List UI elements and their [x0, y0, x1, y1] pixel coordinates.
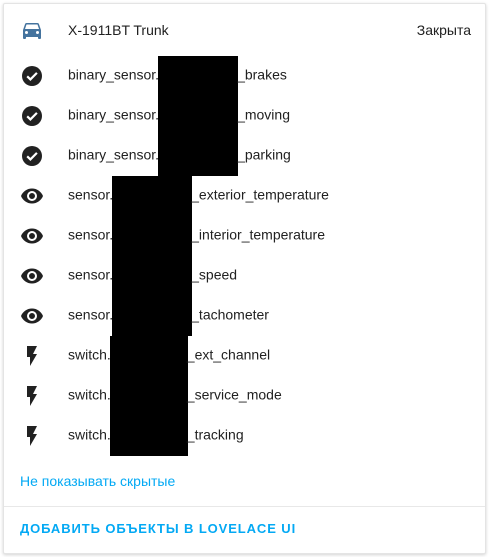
add-to-lovelace-button[interactable]: Добавить объекты в Lovelace UI: [20, 521, 296, 536]
eye-icon: [20, 304, 44, 328]
entity-domain: sensor.: [68, 306, 114, 323]
entity-suffix: _speed: [191, 266, 238, 283]
entity-name: binary_sensor. _moving: [68, 96, 290, 136]
entity-domain: binary_sensor.: [68, 66, 160, 83]
redaction-block: [158, 96, 239, 136]
hide-hidden-link[interactable]: Не показывать скрытые: [20, 473, 175, 489]
entity-suffix: _tachometer: [191, 306, 269, 323]
redaction-block: [112, 176, 193, 216]
eye-icon: [20, 224, 44, 248]
entity-name: switch. _tracking: [68, 416, 244, 456]
redaction-block: [112, 256, 193, 296]
redaction-block: [112, 216, 193, 256]
entity-suffix: _ext_channel: [186, 346, 271, 363]
check-circle-icon: [20, 144, 44, 168]
entity-name: sensor. _interior_temperature: [68, 216, 325, 256]
entity-domain: switch.: [68, 426, 111, 443]
flash-icon: [20, 424, 44, 448]
redaction-block: [158, 136, 239, 176]
entity-domain: binary_sensor.: [68, 106, 160, 123]
entity-domain: sensor.: [68, 226, 114, 243]
entity-suffix: _tracking: [186, 426, 244, 443]
redaction-block: [158, 56, 239, 96]
flash-icon: [20, 344, 44, 368]
eye-icon: [20, 264, 44, 288]
entity-suffix: _service_mode: [186, 386, 282, 403]
entity-name: binary_sensor. _brakes: [68, 56, 287, 96]
check-circle-icon: [20, 104, 44, 128]
entity-name: binary_sensor. _parking: [68, 136, 291, 176]
entity-row[interactable]: switch. _service_mode: [4, 376, 485, 416]
entity-suffix: _brakes: [237, 66, 287, 83]
car-icon: [20, 18, 44, 42]
entity-domain: switch.: [68, 346, 111, 363]
entities-card: X-1911BT Trunk Закрыта binary_sensor. _br…: [3, 3, 486, 554]
card-divider: [4, 506, 485, 507]
entity-row[interactable]: switch. _ext_channel: [4, 336, 485, 376]
redaction-block: [109, 336, 188, 376]
entity-row[interactable]: switch. _tracking: [4, 416, 485, 456]
entity-row[interactable]: sensor. _tachometer: [4, 296, 485, 336]
flash-icon: [20, 384, 44, 408]
entity-domain: sensor.: [68, 186, 114, 203]
redaction-block: [109, 416, 188, 456]
entity-row-trunk[interactable]: X-1911BT Trunk Закрыта: [4, 10, 485, 50]
entity-suffix: _moving: [237, 106, 290, 123]
entity-suffix: _exterior_temperature: [191, 186, 329, 203]
entity-row[interactable]: binary_sensor. _brakes: [4, 56, 485, 96]
entity-suffix: _interior_temperature: [191, 226, 325, 243]
entity-name: sensor. _speed: [68, 256, 237, 296]
eye-icon: [20, 184, 44, 208]
entity-name: sensor. _tachometer: [68, 296, 269, 336]
entity-suffix: _parking: [237, 146, 291, 163]
entity-name: X-1911BT Trunk: [68, 22, 169, 38]
entity-state: Закрыта: [416, 22, 471, 38]
check-circle-icon: [20, 64, 44, 88]
entity-row[interactable]: sensor. _speed: [4, 256, 485, 296]
entity-name: switch. _ext_channel: [68, 336, 270, 376]
entity-row[interactable]: sensor. _exterior_temperature: [4, 176, 485, 216]
entity-row[interactable]: binary_sensor. _moving: [4, 96, 485, 136]
entity-domain: switch.: [68, 386, 111, 403]
entity-domain: binary_sensor.: [68, 146, 160, 163]
entity-row[interactable]: sensor. _interior_temperature: [4, 216, 485, 256]
redaction-block: [109, 376, 188, 416]
entity-name: switch. _service_mode: [68, 376, 282, 416]
redaction-block: [112, 296, 193, 336]
entity-row[interactable]: binary_sensor. _parking: [4, 136, 485, 176]
entity-domain: sensor.: [68, 266, 114, 283]
entity-name: sensor. _exterior_temperature: [68, 176, 329, 216]
